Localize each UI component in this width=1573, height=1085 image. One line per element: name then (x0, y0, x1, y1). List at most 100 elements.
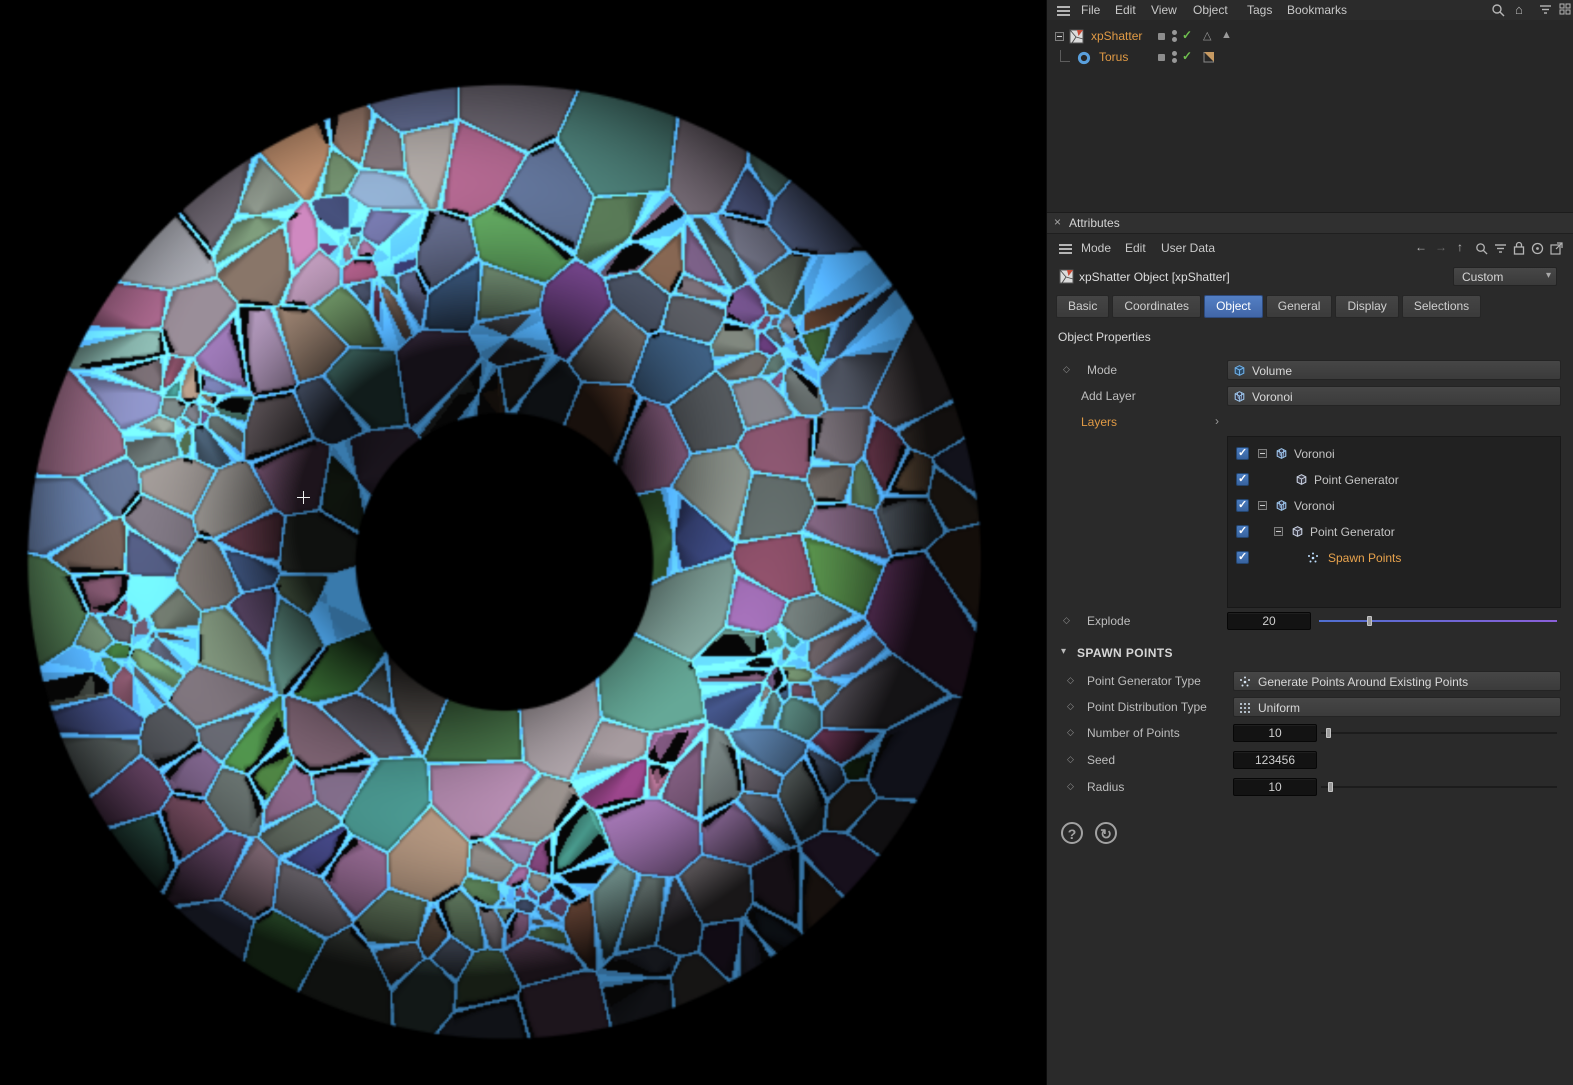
menu-mode[interactable]: Mode (1081, 241, 1111, 255)
layers-label[interactable]: Layers (1081, 415, 1117, 429)
keyframe-diamond-icon[interactable]: ◇ (1063, 615, 1070, 626)
lock-icon[interactable] (1513, 241, 1525, 255)
param-label: Add Layer (1081, 389, 1136, 403)
layer-color-icon[interactable] (1158, 54, 1165, 61)
object-row-torus[interactable]: Torus ✓ (1047, 48, 1573, 68)
mode-dropdown[interactable]: Volume (1227, 360, 1561, 380)
number-of-points-input[interactable] (1233, 724, 1317, 742)
chevron-down-icon: ▾ (1545, 270, 1551, 281)
slider-handle[interactable] (1328, 782, 1334, 792)
object-row-xpshatter[interactable]: xpShatter ✓ △ ▲ (1047, 27, 1573, 47)
preset-dropdown[interactable]: Custom ▾ (1453, 267, 1557, 286)
menu-icon[interactable] (1059, 244, 1072, 246)
point-generator-type-dropdown[interactable]: Generate Points Around Existing Points (1233, 671, 1561, 691)
tab-coordinates[interactable]: Coordinates (1112, 295, 1202, 318)
menu-user-data[interactable]: User Data (1161, 241, 1215, 255)
radius-input[interactable] (1233, 778, 1317, 796)
keyframe-diamond-icon[interactable]: ◇ (1067, 727, 1074, 738)
menu-edit[interactable]: Edit (1115, 3, 1136, 17)
layer-checkbox[interactable]: ✓ (1236, 525, 1249, 538)
visibility-dots-icon[interactable] (1172, 51, 1177, 56)
application-window: File Edit View Object Tags Bookmarks ⌂ x… (0, 0, 1573, 1085)
keyframe-diamond-icon[interactable]: ◇ (1067, 754, 1074, 765)
add-layer-dropdown[interactable]: Voronoi (1227, 386, 1561, 406)
section-title: Object Properties (1058, 330, 1151, 344)
right-panel: File Edit View Object Tags Bookmarks ⌂ x… (1046, 0, 1573, 1085)
visibility-dots-icon[interactable] (1172, 30, 1177, 35)
tab-object[interactable]: Object (1204, 295, 1263, 318)
menu-edit[interactable]: Edit (1125, 241, 1146, 255)
collapse-toggle-icon[interactable] (1258, 501, 1267, 510)
keyframe-diamond-icon[interactable]: ◇ (1067, 781, 1074, 792)
explode-slider[interactable] (1319, 615, 1557, 627)
triangle-outline-icon[interactable]: △ (1203, 29, 1211, 42)
menu-tags[interactable]: Tags (1247, 3, 1272, 17)
back-arrow-icon[interactable]: ← (1415, 240, 1427, 254)
reset-button[interactable]: ↻ (1095, 822, 1117, 844)
object-label[interactable]: Torus (1099, 50, 1128, 64)
up-arrow-icon[interactable]: ↑ (1457, 240, 1463, 254)
tag-icon[interactable] (1203, 51, 1215, 63)
grid-icon[interactable] (1559, 3, 1571, 15)
param-row-number-of-points: ◇ Number of Points (1047, 723, 1573, 745)
keyframe-diamond-icon[interactable]: ◇ (1067, 701, 1074, 712)
close-icon[interactable]: × (1054, 215, 1061, 229)
expand-toggle-icon[interactable] (1055, 32, 1064, 41)
enabled-check-icon[interactable]: ✓ (1182, 49, 1192, 63)
collapse-toggle-icon[interactable] (1258, 449, 1267, 458)
triangle-filled-icon[interactable]: ▲ (1221, 29, 1232, 41)
attributes-panel-header[interactable]: × Attributes (1047, 212, 1573, 234)
enabled-check-icon[interactable]: ✓ (1182, 28, 1192, 42)
keyframe-diamond-icon[interactable]: ◇ (1067, 675, 1074, 686)
points-icon (1240, 676, 1250, 687)
param-label: Point Distribution Type (1087, 700, 1207, 714)
layer-color-icon[interactable] (1158, 33, 1165, 40)
viewport-3d[interactable] (0, 0, 1046, 1085)
layer-checkbox[interactable]: ✓ (1236, 551, 1249, 564)
layer-checkbox[interactable]: ✓ (1236, 473, 1249, 486)
filter-icon[interactable] (1539, 4, 1552, 15)
object-manager-menubar: File Edit View Object Tags Bookmarks ⌂ (1047, 0, 1573, 21)
layer-row-spawn-points[interactable]: ✓ Spawn Points (1228, 545, 1560, 571)
menu-file[interactable]: File (1081, 3, 1100, 17)
layer-row-voronoi-2[interactable]: ✓ Voronoi (1228, 493, 1560, 519)
keyframe-diamond-icon[interactable]: ◇ (1063, 364, 1070, 375)
external-link-icon[interactable] (1550, 242, 1563, 255)
layer-checkbox[interactable]: ✓ (1236, 447, 1249, 460)
spawn-points-section-header[interactable]: ▾ SPAWN POINTS (1047, 644, 1573, 664)
chevron-down-icon: ▾ (1061, 646, 1067, 657)
menu-view[interactable]: View (1151, 3, 1177, 17)
menu-icon[interactable] (1057, 6, 1070, 8)
filter-icon[interactable] (1494, 243, 1507, 254)
tab-selections[interactable]: Selections (1401, 295, 1482, 318)
forward-arrow-icon[interactable]: → (1435, 240, 1447, 254)
attributes-title: Attributes (1069, 216, 1120, 230)
tab-basic[interactable]: Basic (1056, 295, 1110, 318)
seed-input[interactable] (1233, 751, 1317, 769)
menu-object[interactable]: Object (1193, 3, 1228, 17)
explode-input[interactable] (1227, 612, 1311, 630)
radius-slider[interactable] (1321, 781, 1557, 793)
voronoi-icon (1276, 448, 1287, 459)
torus-render (0, 0, 1046, 1085)
target-icon[interactable] (1531, 242, 1544, 255)
number-of-points-slider[interactable] (1321, 727, 1557, 739)
slider-handle[interactable] (1325, 728, 1331, 738)
chevron-right-icon[interactable]: › (1215, 414, 1219, 428)
object-label[interactable]: xpShatter (1091, 29, 1142, 43)
home-icon[interactable]: ⌂ (1515, 2, 1523, 17)
tree-elbow (1060, 50, 1070, 62)
layer-row-pointgen-1[interactable]: ✓ Point Generator (1228, 467, 1560, 493)
layer-row-voronoi-1[interactable]: ✓ Voronoi (1228, 441, 1560, 467)
layer-row-pointgen-2[interactable]: ✓ Point Generator (1228, 519, 1560, 545)
help-button[interactable]: ? (1061, 822, 1083, 844)
collapse-toggle-icon[interactable] (1274, 527, 1283, 536)
search-icon[interactable] (1491, 3, 1505, 17)
tab-general[interactable]: General (1265, 295, 1333, 318)
menu-bookmarks[interactable]: Bookmarks (1287, 3, 1347, 17)
layer-checkbox[interactable]: ✓ (1236, 499, 1249, 512)
tab-display[interactable]: Display (1335, 295, 1399, 318)
search-icon[interactable] (1475, 242, 1488, 255)
point-distribution-type-dropdown[interactable]: Uniform (1233, 697, 1561, 717)
slider-handle[interactable] (1366, 616, 1372, 626)
